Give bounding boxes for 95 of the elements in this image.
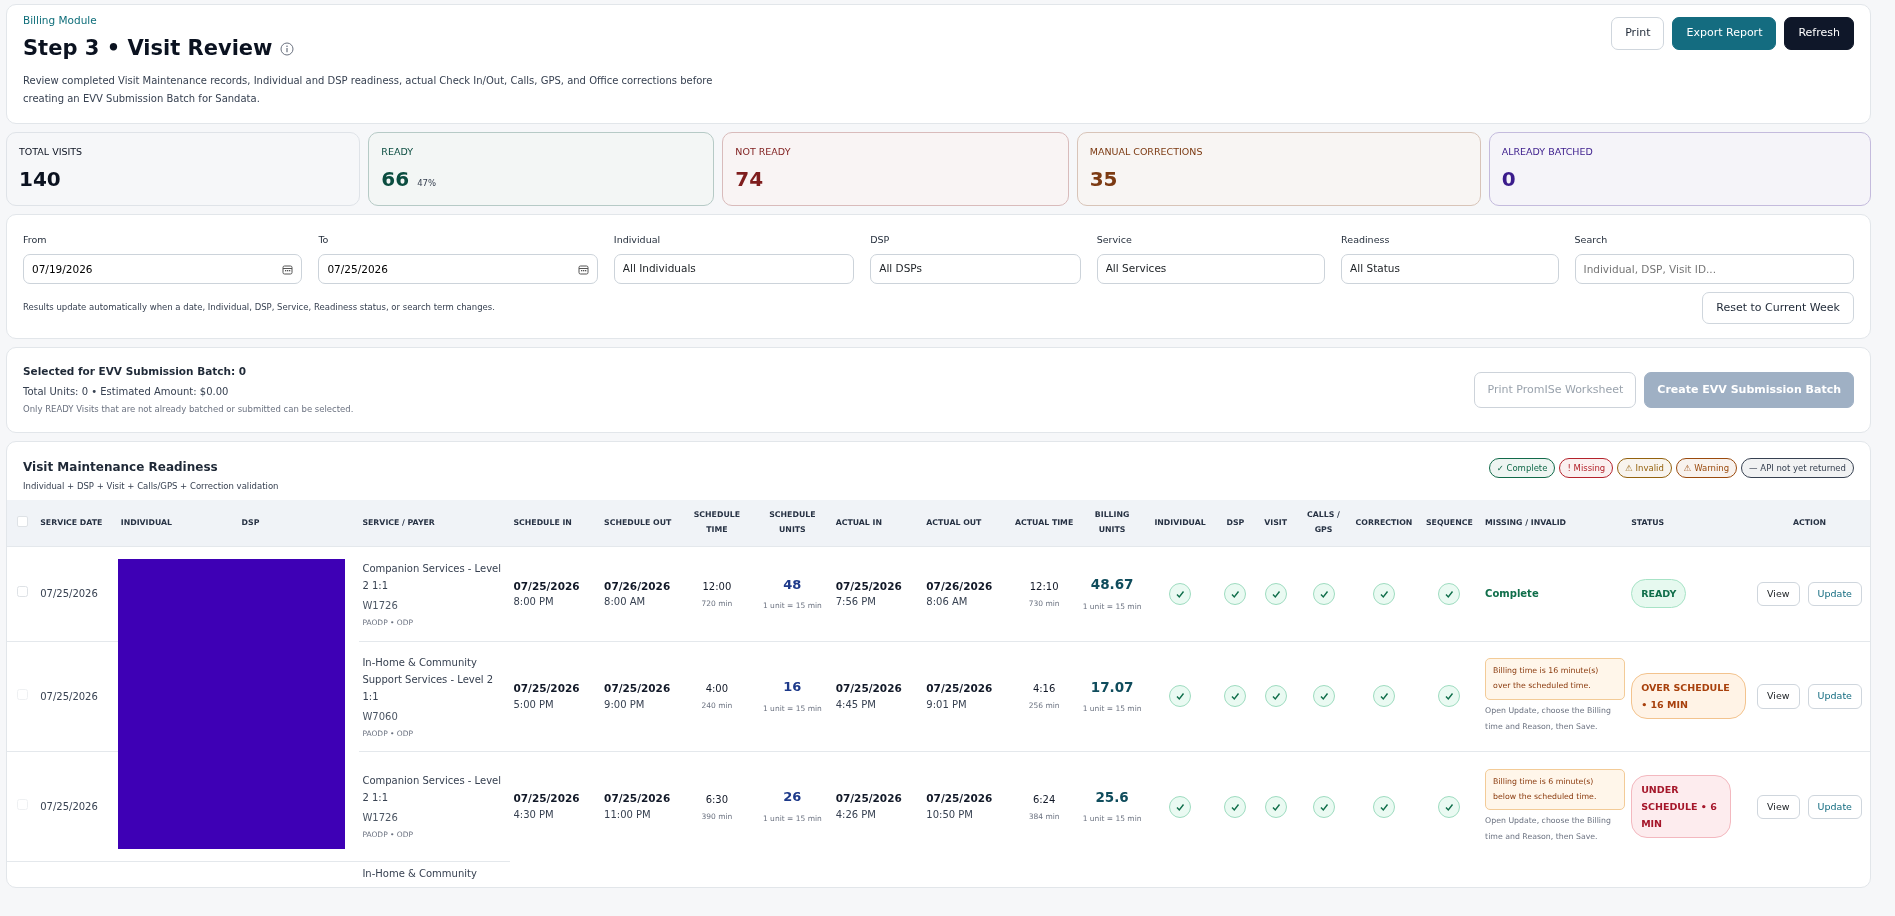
service-code: W7060 [362, 709, 399, 724]
select-field[interactable]: All DSPs [870, 253, 1081, 284]
status-badge: UNDER SCHEDULE • 6 MIN [1631, 775, 1732, 839]
update-button[interactable]: Update [1807, 581, 1862, 606]
stat-value: 140 [19, 165, 61, 193]
time-text: 10:50 PM [926, 808, 974, 822]
service-date: 07/25/2026 [40, 800, 98, 812]
select-field[interactable]: All Services [1096, 253, 1326, 284]
date-text: 07/26/2026 [926, 578, 994, 594]
table-subtitle: Individual + DSP + Visit + Calls/GPS + Correction validation [23, 479, 279, 493]
time-text: 11:00 PM [604, 808, 652, 822]
billing-units: 17.07 [1089, 677, 1135, 697]
actual-time: 6:24 [1031, 792, 1057, 807]
date-text: 07/25/2026 [835, 681, 903, 696]
time-text: 4:45 PM [835, 697, 877, 712]
date-text: 07/25/2026 [513, 578, 581, 594]
stat-percent: 47% [417, 176, 437, 190]
date-text: 07/26/2026 [604, 578, 672, 594]
field-label: Service [1096, 233, 1133, 248]
date-text: 07/25/2026 [926, 791, 994, 807]
field-label: From [23, 233, 48, 248]
batch-totals: Total Units: 0 • Estimated Amount: $0.00 [23, 384, 230, 399]
refresh-button[interactable]: Refresh [1784, 17, 1854, 50]
schedule-units: 48 [782, 575, 803, 594]
actual-time: 4:16 [1031, 682, 1057, 697]
select-field[interactable]: All Individuals [613, 253, 855, 284]
stat-label: NOT READY [735, 145, 792, 160]
time-text: 5:00 PM [513, 697, 555, 712]
field-label: Individual [613, 233, 662, 248]
breadcrumb-link[interactable]: Billing Module [23, 13, 733, 29]
stat-value: 74 [735, 165, 764, 193]
service-code: W1726 [362, 598, 399, 613]
status-badge: READY [1631, 579, 1687, 609]
filter-note: Results update automatically when a date, Individual, DSP, Service, Readiness status, or search term changes. [23, 301, 495, 315]
time-text: 8:00 AM [604, 595, 647, 610]
stat-label: READY [381, 145, 415, 160]
date-text: 07/25/2026 [513, 681, 581, 696]
stat-label: MANUAL CORRECTIONS [1089, 145, 1204, 160]
page-title: Step 3 • Visit Review [23, 34, 273, 62]
date-text: 07/25/2026 [604, 681, 672, 696]
time-text: 9:01 PM [926, 697, 968, 712]
legend-pill: ⚠ Warning [1675, 457, 1738, 479]
legend-pill: ⚠ Invalid [1617, 457, 1672, 479]
page-description: Review completed Visit Maintenance records, Individual and DSP readiness, actual Check In/Out, Calls, GPS, and Office corrections before creating an EVV Submission Batch for Sandata. [23, 74, 714, 106]
date-text: 07/25/2026 [926, 681, 994, 696]
batch-title: Selected for EVV Submission Batch: 0 [23, 364, 248, 379]
field-label: To [318, 233, 330, 248]
print-button[interactable]: Print [1611, 17, 1665, 50]
time-text: 8:06 AM [926, 595, 969, 610]
time-text: 9:00 PM [604, 697, 646, 712]
select-field[interactable]: All Status [1341, 253, 1559, 284]
schedule-time: 12:00 [701, 579, 733, 594]
stat-value: 0 [1501, 165, 1516, 193]
legend-pill: ! Missing [1559, 457, 1614, 479]
schedule-units: 16 [782, 678, 803, 697]
legend-pill: — API not yet returned [1741, 457, 1854, 479]
view-button[interactable]: View [1757, 581, 1800, 606]
stat-value: 35 [1089, 165, 1118, 193]
complete-text: Complete [1485, 587, 1540, 602]
stat-label: ALREADY BATCHED [1501, 145, 1594, 160]
field-label: DSP [870, 233, 891, 248]
export-report-button[interactable]: Export Report [1672, 17, 1777, 50]
search-field[interactable]: Individual, DSP, Visit ID... [1574, 253, 1854, 284]
field-label: Search [1574, 233, 1609, 248]
service-date: 07/25/2026 [40, 588, 98, 600]
actual-time: 12:10 [1028, 579, 1060, 594]
billing-units: 48.67 [1089, 575, 1135, 595]
time-text: 7:56 PM [835, 595, 877, 610]
legend-pill: ✓ Complete [1488, 457, 1556, 479]
date-text: 07/25/2026 [513, 791, 581, 807]
date-field[interactable]: 07/25/2026 [318, 253, 598, 284]
status-badge: OVER SCHEDULE • 16 MIN [1631, 673, 1746, 720]
batch-note: Only READY Visits that are not already batched or submitted can be selected. [23, 402, 354, 416]
time-text: 4:26 PM [835, 808, 877, 822]
date-text: 07/25/2026 [835, 578, 903, 594]
field-label: Readiness [1341, 233, 1391, 248]
stat-value: 66 [381, 165, 410, 193]
date-field[interactable]: 07/19/2026 [23, 253, 303, 284]
billing-units: 25.6 [1094, 788, 1130, 807]
schedule-units: 26 [782, 788, 803, 807]
date-text: 07/25/2026 [604, 791, 672, 807]
service-name: Companion Services - Level 2 1:1 [362, 561, 502, 593]
reset-week-button[interactable]: Reset to Current Week [1702, 291, 1854, 324]
service-name: In-Home & Community Support Services - Level 2 1:1 [362, 655, 495, 704]
table-title: Visit Maintenance Readiness [23, 458, 219, 476]
stat-label: TOTAL VISITS [19, 145, 84, 160]
date-text: 07/25/2026 [835, 791, 903, 807]
schedule-time: 6:30 [704, 792, 730, 807]
schedule-time: 4:00 [704, 682, 730, 697]
time-text: 4:30 PM [513, 808, 555, 822]
time-text: 8:00 PM [513, 595, 555, 610]
service-name: Companion Services - Level 2 1:1 [362, 774, 502, 806]
service-code: W1726 [362, 811, 399, 826]
service-name: In-Home & Community [362, 866, 478, 881]
service-date: 07/25/2026 [40, 690, 98, 702]
